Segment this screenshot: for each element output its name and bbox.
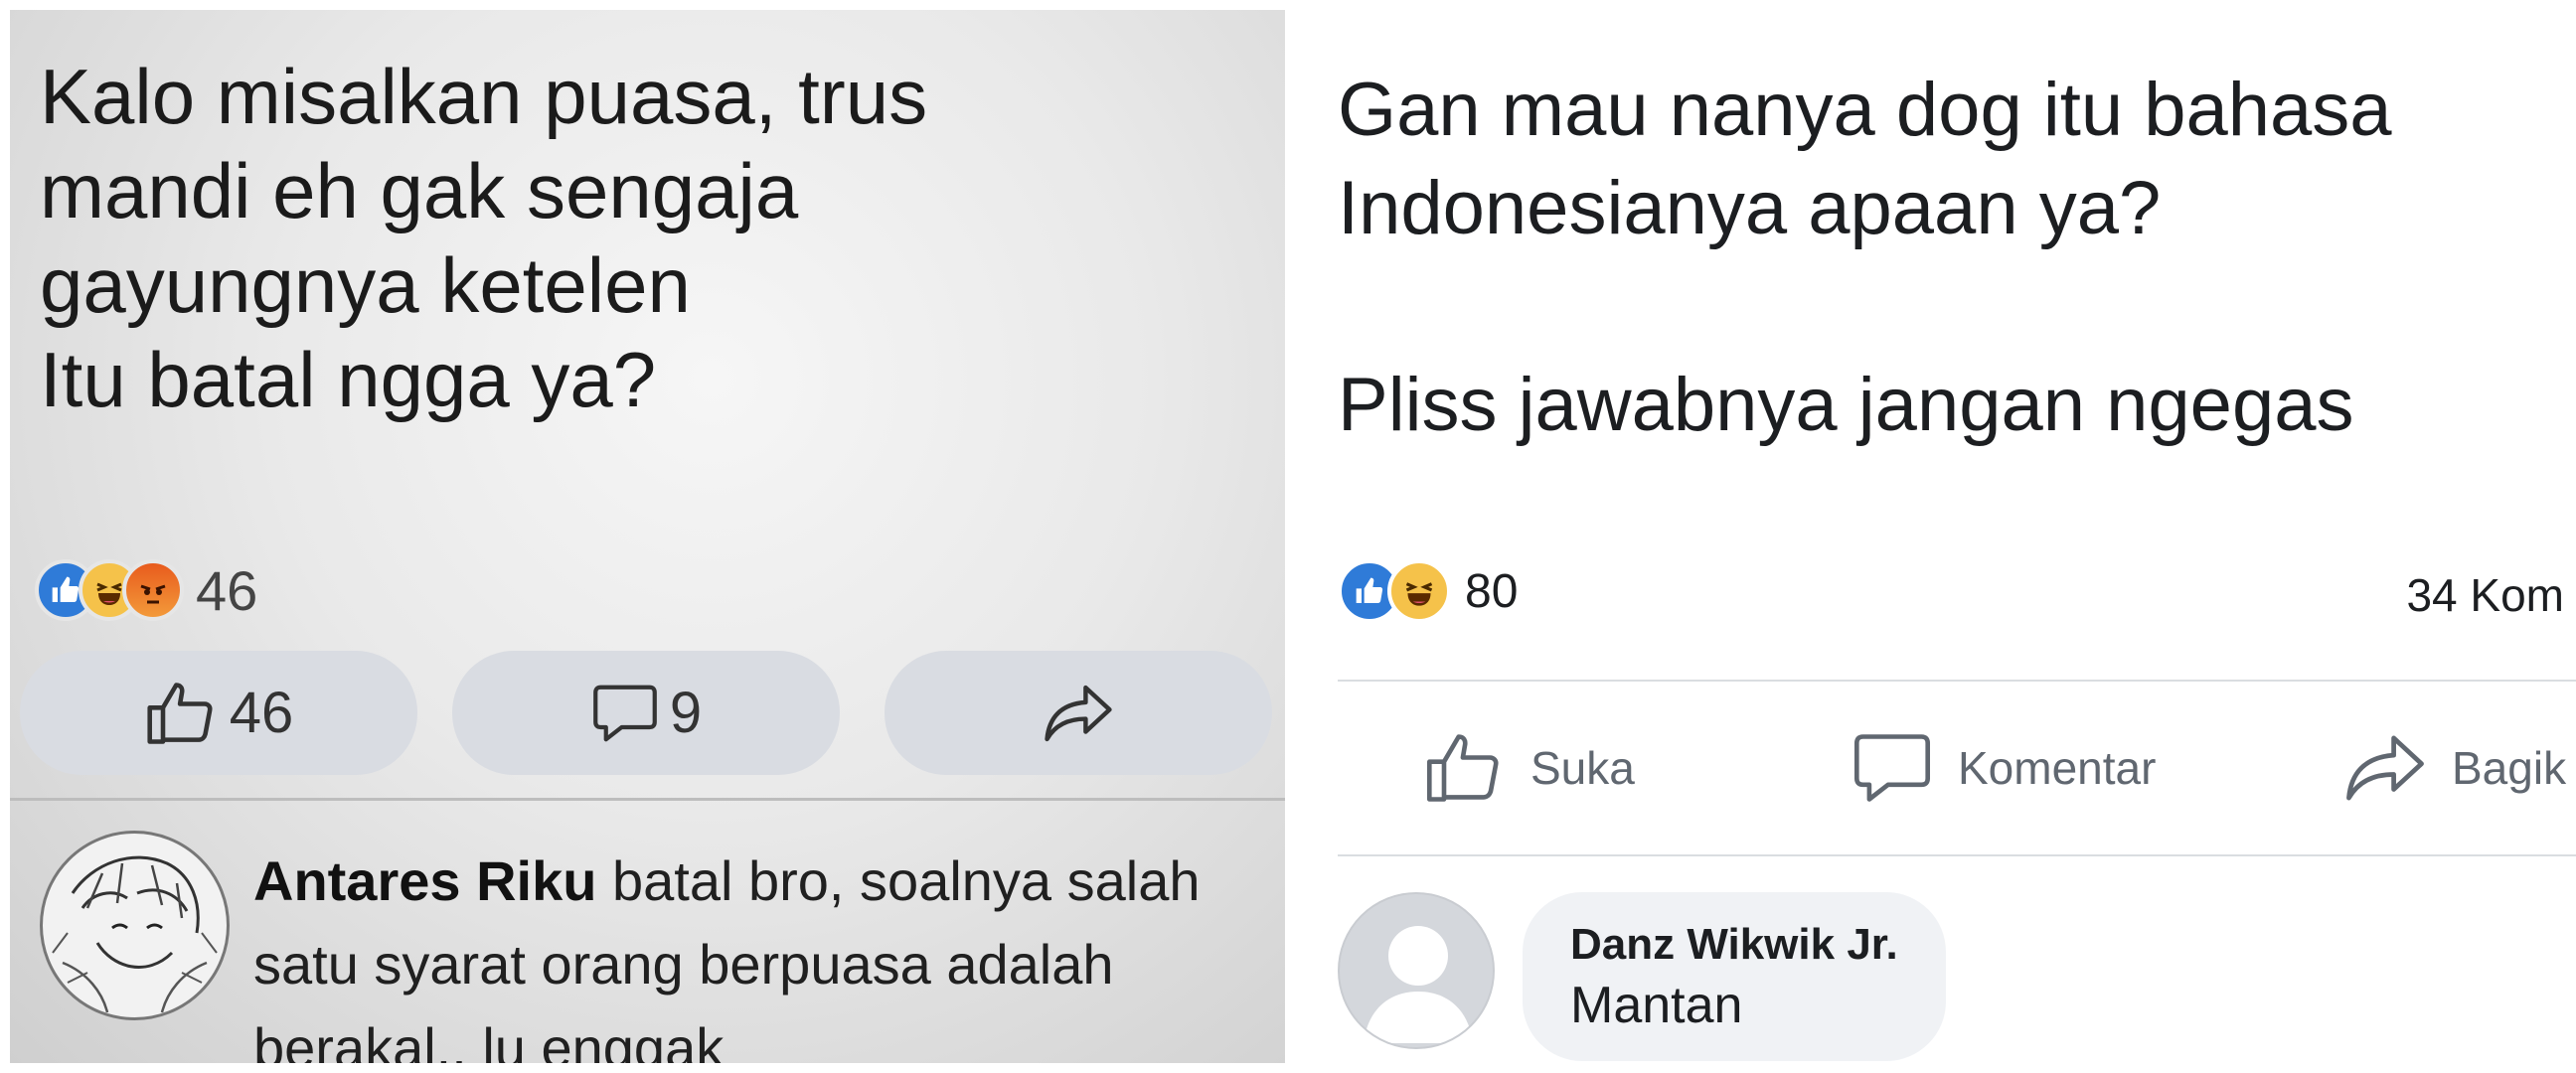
right-post-line: Indonesianya apaan ya? [1338, 166, 2162, 250]
like-button[interactable]: 46 [20, 651, 417, 775]
comment-author[interactable]: Danz Wikwik Jr. [1570, 920, 1898, 970]
comment-text: Mantan [1570, 977, 1743, 1034]
comment-line: satu syarat orang berpuasa adalah [253, 933, 1114, 996]
comment-icon [593, 685, 657, 741]
share-icon [2346, 735, 2424, 801]
thumbs-up-icon [1426, 734, 1499, 802]
comment-text: Antares Riku batal bro, soalnya salah sa… [253, 840, 1277, 1063]
divider [1338, 854, 2576, 856]
comment-button[interactable]: 9 [452, 651, 840, 775]
like-label: Suka [1530, 742, 1635, 794]
comment-line: berakal.. lu enggak [253, 1016, 724, 1063]
comment-label: Komentar [1958, 742, 2157, 794]
avatar[interactable] [1338, 892, 1495, 1049]
comment-count: 9 [669, 681, 703, 745]
right-post-line [1338, 258, 2392, 357]
haha-icon [1387, 559, 1451, 623]
left-post-line: gayungnya ketelen [40, 241, 691, 330]
comment-author[interactable]: Antares Riku [253, 849, 596, 912]
default-user-icon [1364, 926, 1473, 1043]
left-post-line: Kalo misalkan puasa, trus [40, 53, 928, 140]
comment-line: batal bro, soalnya salah [612, 849, 1201, 912]
left-post-line: Itu batal ngga ya? [40, 336, 657, 424]
comments-count-link[interactable]: 34 Kom [2406, 568, 2564, 622]
avatar[interactable] [40, 831, 230, 1020]
left-post-text: Kalo misalkan puasa, trus mandi eh gak s… [40, 50, 1232, 428]
comment-icon [1853, 734, 1931, 802]
comment-bubble: Danz Wikwik Jr. Mantan [1523, 892, 1946, 1061]
gutter [1285, 0, 1304, 1073]
right-post-line: Gan mau nanya dog itu bahasa [1338, 68, 2392, 152]
comment-button[interactable]: Komentar [1851, 723, 2156, 813]
right-post-text: Gan mau nanya dog itu bahasa Indonesiany… [1338, 62, 2392, 455]
left-post-line: mandi eh gak sengaja [40, 147, 799, 235]
share-button[interactable] [885, 651, 1272, 775]
like-count: 46 [229, 681, 294, 745]
right-reaction-summary[interactable]: 80 [1338, 556, 1518, 626]
share-label: Bagik [2452, 742, 2567, 794]
angry-icon [122, 559, 184, 621]
left-reaction-summary[interactable]: 46 [35, 551, 257, 629]
reaction-count: 46 [196, 558, 258, 622]
divider [1338, 680, 2576, 682]
like-button[interactable]: Suka [1423, 723, 1635, 813]
right-post-screenshot: Gan mau nanya dog itu bahasa Indonesiany… [1304, 0, 2576, 1073]
left-post-screenshot: Kalo misalkan puasa, trus mandi eh gak s… [10, 10, 1285, 1063]
divider [10, 798, 1285, 801]
right-post-line: Pliss jawabnya jangan ngegas [1338, 363, 2354, 447]
share-icon [1045, 685, 1112, 741]
share-button[interactable]: Bagik [2342, 723, 2566, 813]
reaction-count: 80 [1465, 564, 1519, 618]
anime-avatar-icon [52, 855, 218, 1013]
thumbs-up-icon [147, 682, 213, 744]
